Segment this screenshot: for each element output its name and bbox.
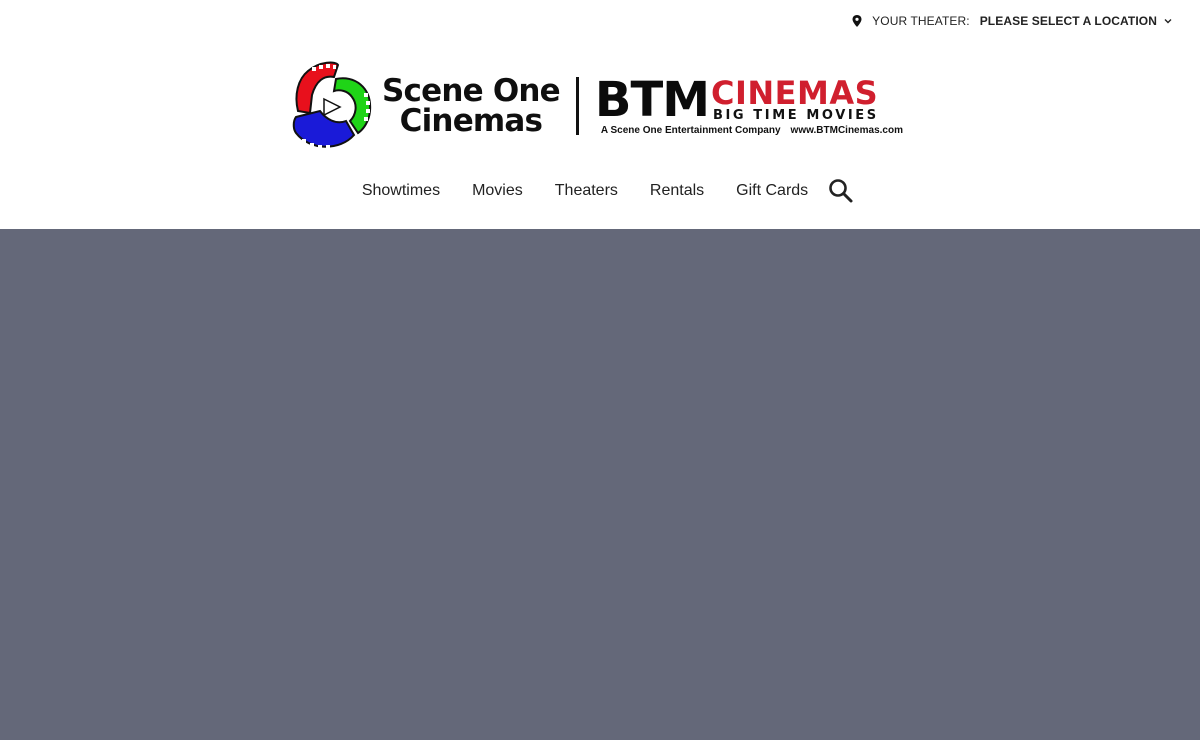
search-icon[interactable] <box>828 178 854 204</box>
theater-label: YOUR THEATER: <box>872 14 970 28</box>
nav-theaters[interactable]: Theaters <box>555 182 618 200</box>
website-url-text: www.BTMCinemas.com <box>790 124 903 136</box>
page: YOUR THEATER: PLEASE SELECT A LOCATION S… <box>0 0 1200 740</box>
hero-banner <box>0 229 1200 740</box>
scene-one-line1: Scene One <box>382 73 561 109</box>
nav-rentals[interactable]: Rentals <box>650 182 704 200</box>
site-logo[interactable]: Scene One Cinemas BTM CINEMAS BIG TIME M… <box>290 58 910 154</box>
btm-text: BTM <box>594 71 710 128</box>
logo-divider <box>575 77 579 135</box>
nav-movies[interactable]: Movies <box>472 182 523 200</box>
theater-location-dropdown[interactable]: PLEASE SELECT A LOCATION <box>980 14 1172 28</box>
nav-showtimes[interactable]: Showtimes <box>362 182 440 200</box>
company-text: A Scene One Entertainment Company <box>600 124 781 136</box>
btm-cinemas-wordmark: BTM CINEMAS BIG TIME MOVIES A Scene One … <box>594 71 903 136</box>
big-time-movies-tagline: BIG TIME MOVIES <box>712 107 879 123</box>
scene-one-wordmark: Scene One Cinemas <box>382 73 561 139</box>
theater-location-value: PLEASE SELECT A LOCATION <box>979 14 1157 28</box>
scene-one-line2: Cinemas <box>399 103 543 139</box>
cinemas-text: CINEMAS <box>710 73 879 112</box>
film-reel-logo-icon <box>290 59 376 153</box>
nav-gift-cards[interactable]: Gift Cards <box>736 182 808 200</box>
main-nav: Showtimes Movies Theaters Rentals Gift C… <box>0 178 1200 204</box>
chevron-down-icon <box>1164 18 1172 24</box>
theater-selector: YOUR THEATER: PLEASE SELECT A LOCATION <box>852 14 1172 28</box>
map-pin-icon <box>852 15 862 27</box>
